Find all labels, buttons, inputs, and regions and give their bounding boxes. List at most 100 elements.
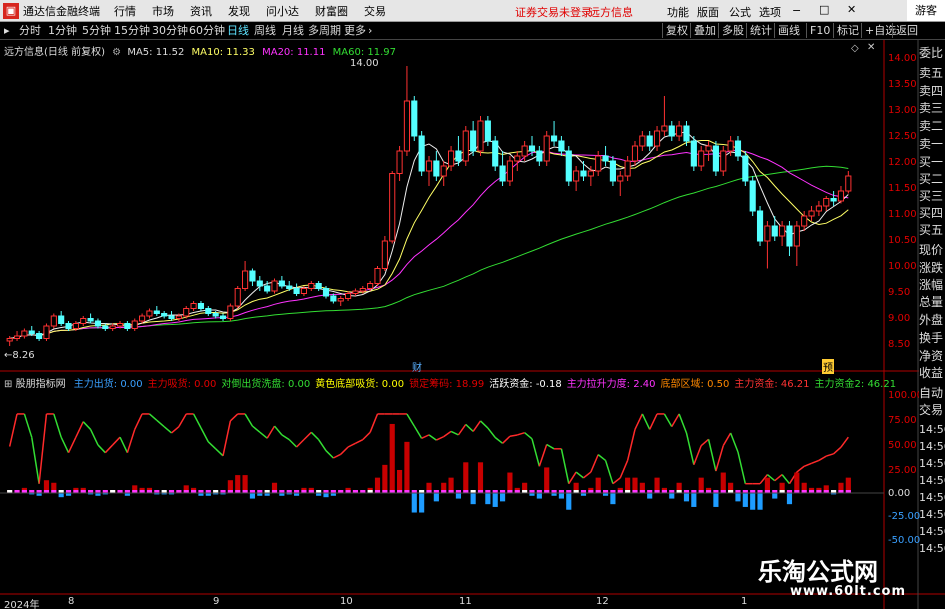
indicator-item: 主力拉升力度: 2.40 — [566, 379, 656, 390]
close-icon[interactable]: ✕ — [847, 3, 856, 16]
f10-button[interactable]: F10 — [806, 23, 830, 38]
period-daily[interactable]: 日线 — [227, 23, 249, 38]
more-arrow-icon[interactable]: › — [368, 23, 372, 38]
side-item[interactable]: 涨幅 — [919, 278, 945, 292]
outflow-bar — [742, 493, 748, 507]
side-item[interactable]: 卖三 — [919, 101, 945, 115]
chart-title: 远方信息(日线 前复权) — [4, 47, 105, 58]
inflow-bar — [720, 472, 726, 493]
menu-ask[interactable]: 问小达 — [266, 3, 299, 19]
watermark-name: 乐淘公式网 — [758, 558, 878, 586]
side-item[interactable]: 换手 — [919, 331, 945, 345]
side-item[interactable]: 净资 — [919, 349, 945, 363]
period-multi[interactable]: 多周期 — [308, 23, 341, 38]
side-item[interactable]: 买一 — [919, 155, 945, 169]
period-intraday[interactable]: 分时 — [19, 23, 41, 38]
menu-layout[interactable]: 版面 — [697, 4, 719, 20]
mark-button[interactable]: 标记 — [833, 23, 859, 38]
multi-stock-button[interactable]: 多股 — [718, 23, 744, 38]
menu-news[interactable]: 资讯 — [190, 3, 212, 19]
main-fund-segment — [524, 432, 533, 440]
login-warning[interactable]: 证券交易未登录 — [515, 4, 592, 20]
side-item[interactable]: 自动 — [919, 386, 945, 400]
stats-button[interactable]: 统计 — [746, 23, 772, 38]
candle-body — [646, 135, 653, 147]
period-1min[interactable]: 1分钟 — [48, 23, 77, 38]
panel-close-icon[interactable]: ✕ — [867, 42, 875, 53]
main-fund-segment — [568, 471, 577, 485]
ma20-label: MA20: 11.11 — [262, 47, 326, 58]
side-item[interactable]: 买三 — [919, 189, 945, 203]
back-button[interactable]: 返回 — [892, 23, 918, 38]
main-fund-segment — [428, 434, 437, 441]
side-item[interactable]: 买二 — [919, 172, 945, 186]
side-item[interactable]: 交易 — [919, 403, 945, 417]
indicator-tick: 75.00 — [888, 415, 917, 426]
ma60-label: MA60: 11.97 — [332, 47, 397, 58]
main-fund-segment — [259, 431, 268, 439]
side-item[interactable]: 卖一 — [919, 137, 945, 151]
menu-options[interactable]: 选项 — [759, 4, 781, 20]
side-item[interactable]: 买四 — [919, 206, 945, 220]
main-fund-segment — [626, 429, 636, 461]
period-monthly[interactable]: 月线 — [282, 23, 304, 38]
menu-formula[interactable]: 公式 — [729, 4, 751, 20]
add-watchlist-button[interactable]: +自选 — [861, 23, 896, 38]
chart-canvas — [0, 40, 945, 609]
outflow-bar — [713, 493, 719, 507]
side-item[interactable]: 委比 — [919, 46, 945, 60]
side-item[interactable]: 卖二 — [919, 119, 945, 133]
menu-trade[interactable]: 交易 — [364, 3, 386, 19]
app-title: 通达信金融终端 — [23, 4, 100, 18]
side-item[interactable]: 收益 — [919, 366, 945, 380]
candle-body — [65, 323, 72, 329]
candle-body — [639, 135, 646, 147]
expand-icon[interactable]: ⊞ — [4, 379, 12, 390]
outflow-bar — [433, 493, 439, 502]
indicator-item: 活跃资金: -0.18 — [489, 379, 562, 390]
price-tick: 13.00 — [888, 105, 917, 116]
period-30min[interactable]: 30分钟 — [152, 23, 188, 38]
diamond-icon[interactable]: ◇ — [851, 43, 859, 54]
period-weekly[interactable]: 周线 — [254, 23, 276, 38]
candle-body — [624, 160, 631, 177]
period-more[interactable]: 更多 — [344, 23, 366, 38]
side-item[interactable]: 卖五 — [919, 66, 945, 80]
finance-marker[interactable]: 财 — [412, 359, 422, 374]
menu-wealth[interactable]: 财富圈 — [315, 3, 348, 19]
side-item[interactable]: 买五 — [919, 223, 945, 237]
period-60min[interactable]: 60分钟 — [189, 23, 225, 38]
overlay-button[interactable]: 叠加 — [690, 23, 716, 38]
candle-body — [381, 240, 388, 269]
candle-body — [779, 225, 786, 237]
candle-body — [116, 323, 124, 327]
settings-icon[interactable]: ⚙ — [112, 47, 121, 58]
x-tick: 12 — [596, 596, 609, 607]
maximize-icon[interactable]: □ — [819, 3, 829, 16]
candle-body — [278, 280, 285, 287]
side-item[interactable]: 总量 — [919, 295, 945, 309]
low-annotation: ←8.26 — [4, 350, 35, 361]
main-fund-segment — [362, 431, 371, 441]
main-fund-segment — [671, 413, 680, 428]
main-fund-segment — [200, 427, 209, 443]
draw-line-button[interactable]: 画线 — [774, 23, 800, 38]
adjust-button[interactable]: 复权 — [662, 23, 688, 38]
menu-quotes[interactable]: 行情 — [114, 3, 136, 19]
forecast-marker[interactable]: 预 — [822, 359, 834, 374]
side-item[interactable]: 现价 — [919, 243, 945, 257]
menu-market[interactable]: 市场 — [152, 3, 174, 19]
period-15min[interactable]: 15分钟 — [114, 23, 150, 38]
candle-body — [345, 293, 352, 299]
candle-body — [322, 288, 330, 297]
side-item[interactable]: 涨跌 — [919, 261, 945, 275]
outflow-bar — [610, 493, 616, 505]
minimize-icon[interactable]: − — [792, 4, 801, 17]
menu-function[interactable]: 功能 — [667, 4, 689, 20]
period-5min[interactable]: 5分钟 — [82, 23, 111, 38]
guest-button[interactable]: 游客 — [907, 0, 945, 21]
side-item[interactable]: 卖四 — [919, 84, 945, 98]
candle-body — [433, 160, 440, 177]
side-item[interactable]: 外盘 — [919, 313, 945, 327]
menu-discover[interactable]: 发现 — [228, 3, 250, 19]
